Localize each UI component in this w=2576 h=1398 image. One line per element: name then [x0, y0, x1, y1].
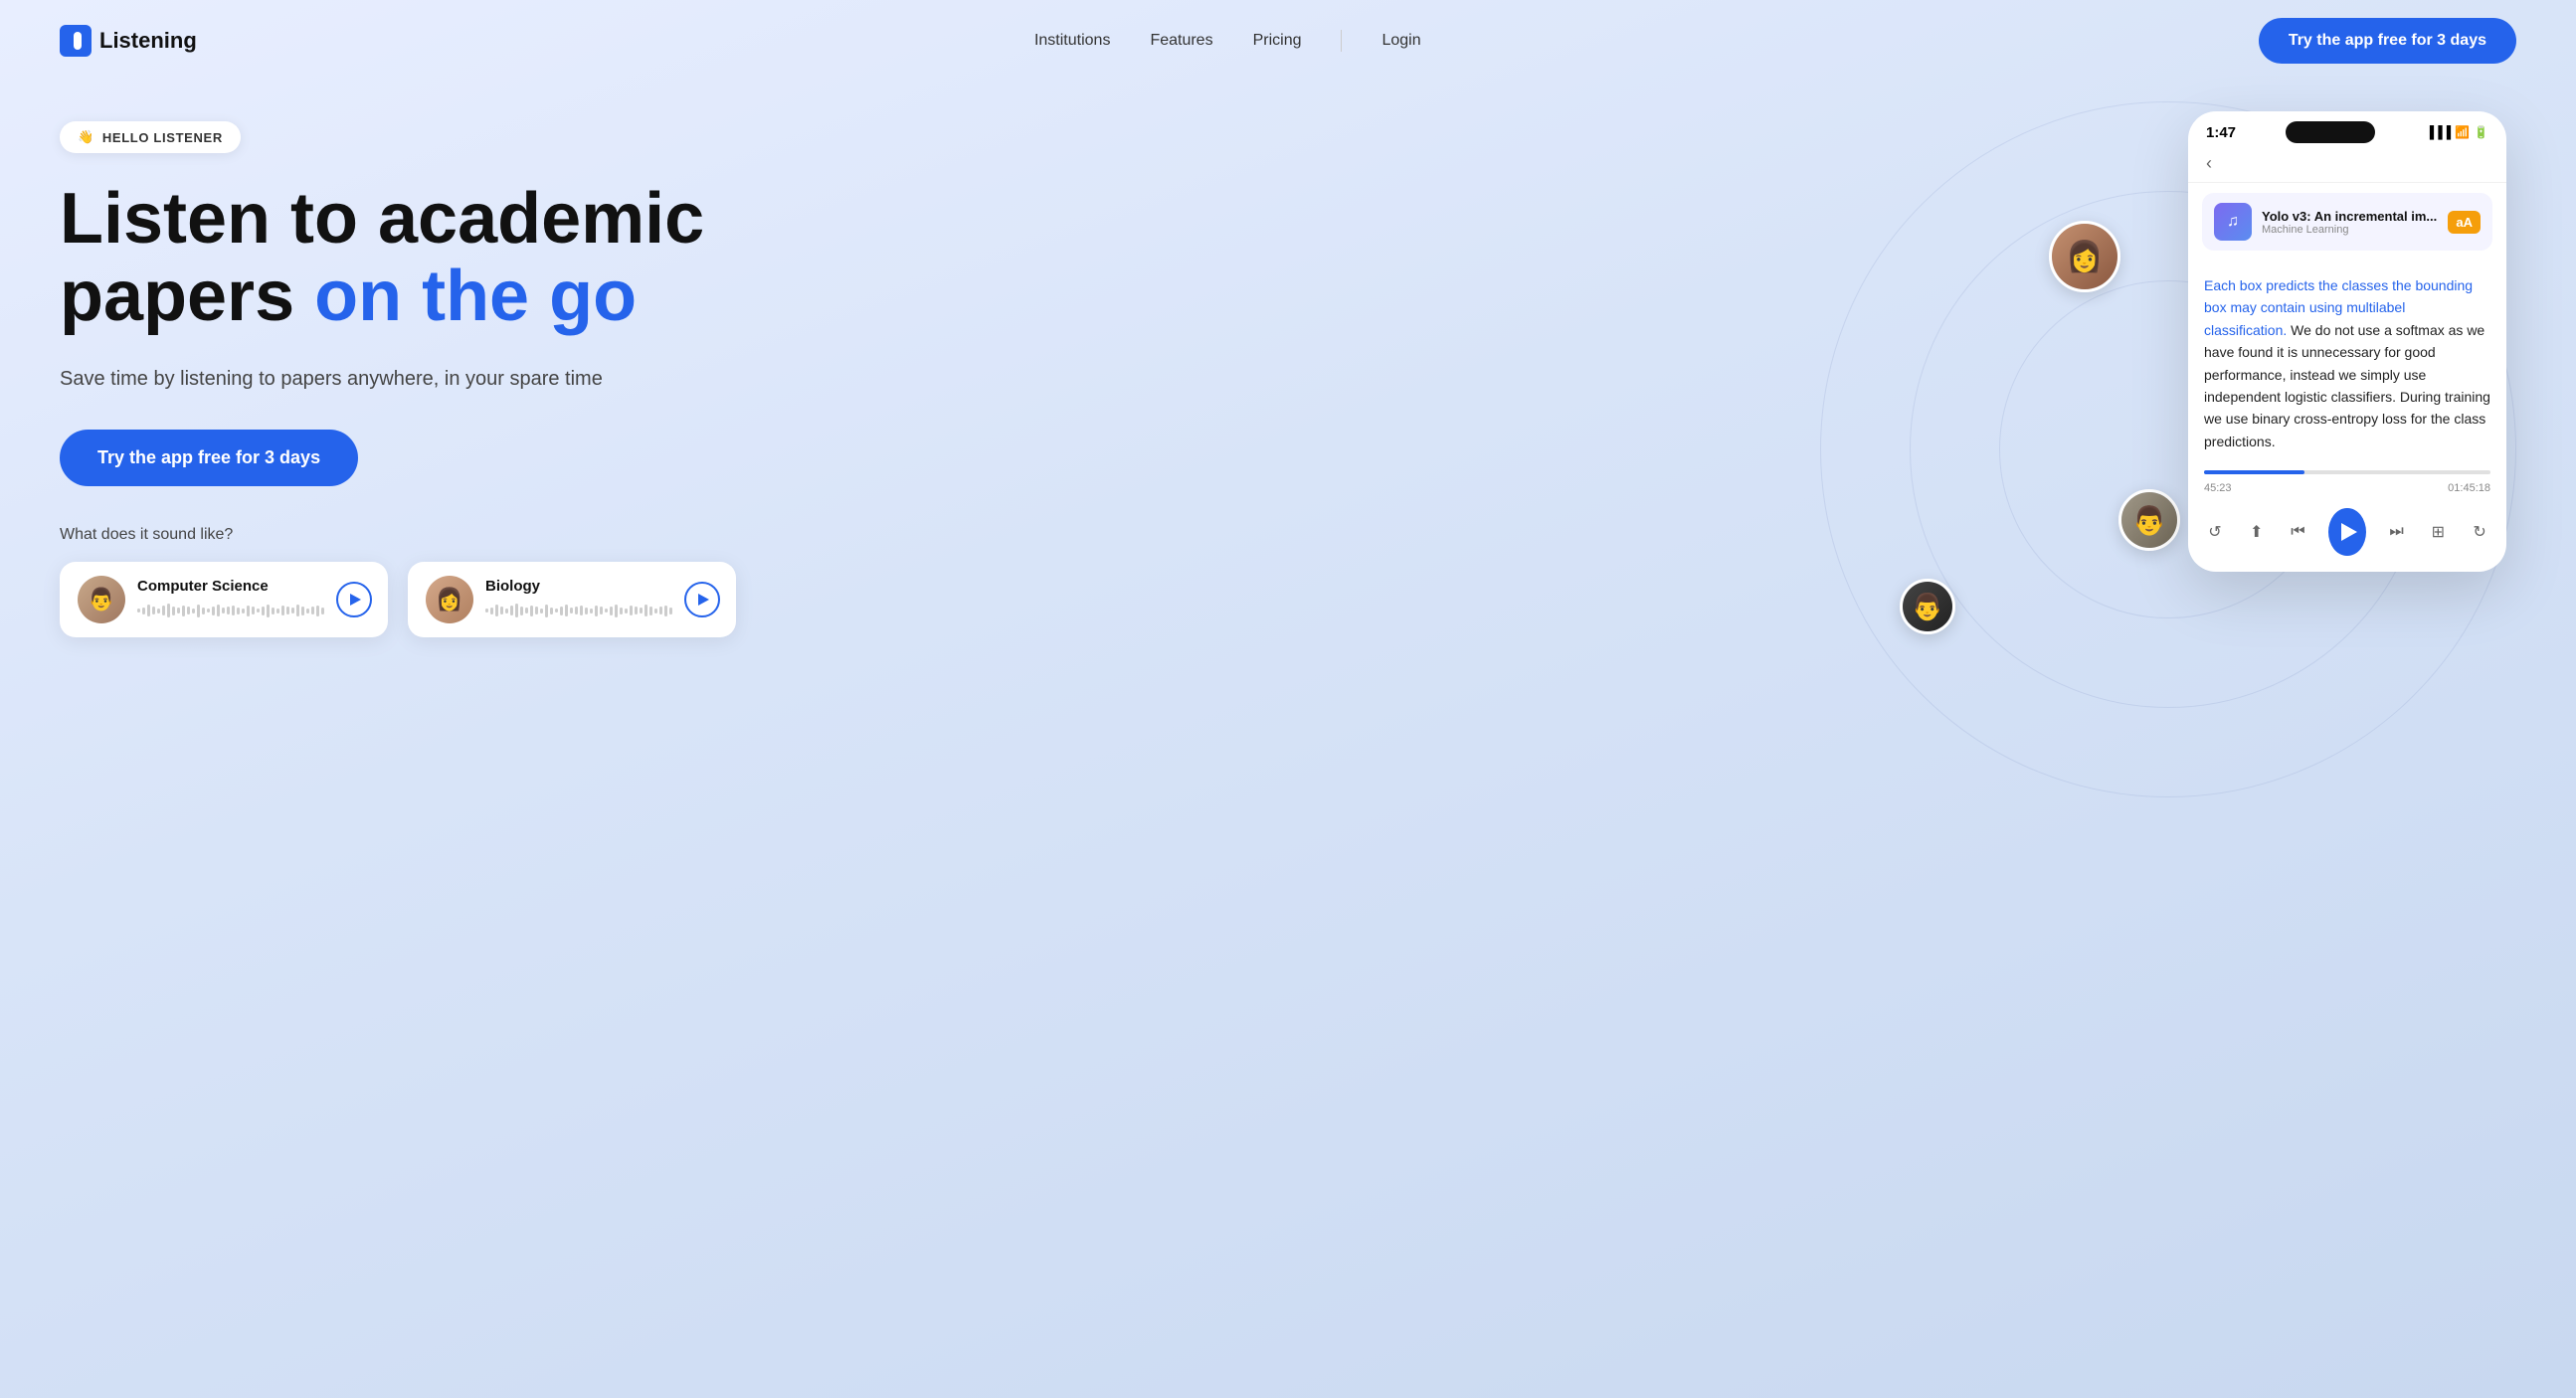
layout-button[interactable]: ⊞ [2427, 518, 2449, 546]
wifi-icon: 📶 [2455, 125, 2470, 139]
aa-button[interactable]: aA [2448, 211, 2481, 234]
hero-title-line1: Listen to academic [60, 179, 704, 259]
logo[interactable]: Listening [60, 25, 197, 57]
nav-features[interactable]: Features [1150, 32, 1212, 50]
nav-pricing[interactable]: Pricing [1253, 32, 1302, 50]
back-arrow-icon[interactable]: ‹ [2206, 153, 2212, 174]
sound-label: What does it sound like? [60, 526, 736, 544]
phone-time: 1:47 [2206, 124, 2236, 141]
hero-right: 👩 👨 👨 1:47 ▐▐▐ 📶 🔋 [1681, 82, 2576, 797]
audio-card-bio: 👩 Biology [408, 562, 736, 637]
hero-title-line2-normal: papers [60, 257, 314, 336]
hero-section: 👋 HELLO LISTENER Listen to academic pape… [0, 82, 2576, 797]
audio-cards: 👨 Computer Science 👩 Biology [60, 562, 736, 637]
battery-icon: 🔋 [2474, 125, 2488, 139]
time-remaining: 01:45:18 [2448, 482, 2490, 494]
cs-title: Computer Science [137, 578, 324, 595]
skip-back-button[interactable]: ⏮ [2288, 518, 2309, 546]
share-button[interactable]: ⬆ [2246, 518, 2268, 546]
signal-icon: ▐▐▐ [2426, 125, 2452, 139]
hero-cta-button[interactable]: Try the app free for 3 days [60, 430, 358, 486]
paper-info: Yolo v3: An incremental im... Machine Le… [2262, 209, 2438, 236]
cs-play-button[interactable] [336, 582, 372, 617]
bio-waveform [485, 601, 672, 620]
nav-institutions[interactable]: Institutions [1034, 32, 1110, 50]
float-avatar-3: 👨 [2118, 489, 2180, 551]
phone-time-row: 45:23 01:45:18 [2188, 478, 2506, 498]
phone-header: ‹ [2188, 149, 2506, 183]
cs-info: Computer Science [137, 578, 324, 620]
float-avatar-2: 👨 [1900, 579, 1955, 634]
navbar: Listening Institutions Features Pricing … [0, 0, 2576, 82]
hello-badge: 👋 HELLO LISTENER [60, 121, 241, 153]
phone-progress-fill [2204, 470, 2304, 474]
bio-title: Biology [485, 578, 672, 595]
bio-info: Biology [485, 578, 672, 620]
phone-progress-bar[interactable] [2204, 470, 2490, 474]
hero-subtitle: Save time by listening to papers anywher… [60, 364, 736, 394]
logo-icon [60, 25, 92, 57]
nav-login[interactable]: Login [1381, 32, 1420, 50]
content-normal: We do not use a softmax as we have found… [2204, 322, 2490, 449]
badge-emoji: 👋 [78, 129, 94, 145]
paper-icon: ♫ [2214, 203, 2252, 241]
hero-left: 👋 HELLO LISTENER Listen to academic pape… [60, 121, 736, 637]
paper-card[interactable]: ♫ Yolo v3: An incremental im... Machine … [2202, 193, 2492, 251]
nav-links: Institutions Features Pricing Login [1034, 30, 1421, 52]
phone-status-bar: 1:47 ▐▐▐ 📶 🔋 [2188, 111, 2506, 149]
brand-name: Listening [99, 28, 197, 54]
audio-card-cs: 👨 Computer Science [60, 562, 388, 637]
cs-avatar: 👨 [78, 576, 125, 623]
skip-forward-button[interactable]: ⏭ [2386, 518, 2408, 546]
nav-cta-button[interactable]: Try the app free for 3 days [2259, 18, 2516, 64]
paper-category: Machine Learning [2262, 224, 2438, 236]
cs-waveform [137, 601, 324, 620]
time-elapsed: 45:23 [2204, 482, 2232, 494]
phone-content: Each box predicts the classes the boundi… [2188, 261, 2506, 466]
phone-status-icons: ▐▐▐ 📶 🔋 [2426, 125, 2488, 139]
bio-play-button[interactable] [684, 582, 720, 617]
phone-controls: ↺ ⬆ ⏮ ⏭ ⊞ ↻ [2188, 498, 2506, 572]
phone-mockup: 1:47 ▐▐▐ 📶 🔋 ‹ ♫ Yolo v3: An incremental… [2188, 111, 2506, 572]
hero-title: Listen to academic papers on the go [60, 181, 736, 336]
play-pause-button[interactable] [2328, 508, 2365, 556]
bio-avatar: 👩 [426, 576, 473, 623]
nav-divider [1341, 30, 1342, 52]
loop-button[interactable]: ↻ [2469, 518, 2490, 546]
phone-notch [2286, 121, 2375, 143]
hero-title-highlight: on the go [314, 257, 637, 336]
float-avatar-1: 👩 [2049, 221, 2120, 292]
badge-text: HELLO LISTENER [102, 130, 223, 145]
paper-title: Yolo v3: An incremental im... [2262, 209, 2438, 224]
replay-button[interactable]: ↺ [2204, 518, 2226, 546]
